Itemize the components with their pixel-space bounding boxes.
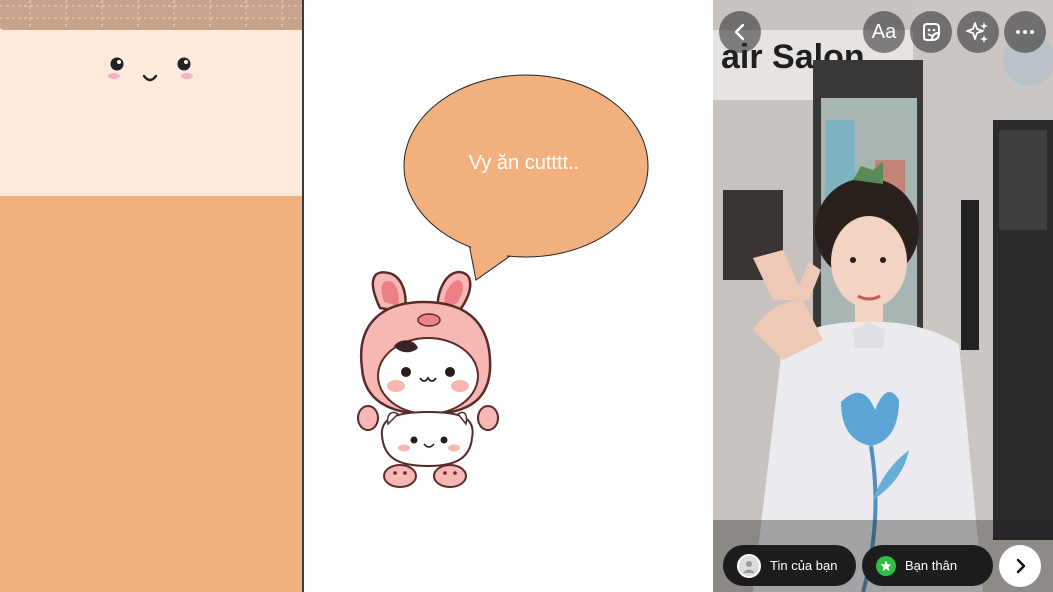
wallpaper-panel — [0, 0, 303, 592]
your-story-label: Tin của bạn — [770, 558, 838, 573]
story-editor: air Salon Aa Tin của bạn Bạn thân — [713, 0, 1053, 592]
your-story-button[interactable]: Tin của bạn — [723, 545, 856, 586]
more-options-button[interactable] — [1004, 11, 1046, 53]
sticker-icon — [923, 23, 940, 41]
chevron-left-icon — [734, 23, 745, 41]
back-button[interactable] — [719, 11, 761, 53]
text-tool-button[interactable]: Aa — [863, 11, 905, 53]
speech-bubble-text[interactable]: Vy ăn cutttt.. — [404, 152, 644, 175]
more-horizontal-icon — [1016, 30, 1034, 34]
bunny-sticker[interactable] — [352, 268, 502, 493]
close-friends-label: Bạn thân — [905, 558, 958, 573]
story-avatar-icon — [737, 553, 761, 578]
green-star-icon — [876, 555, 896, 576]
speech-bubble[interactable] — [304, 0, 713, 300]
story-photo: air Salon — [713, 0, 1053, 592]
cute-face-header — [0, 0, 303, 196]
sticker-button[interactable] — [910, 11, 952, 53]
slide-canvas: Vy ăn cutttt.. — [304, 0, 713, 592]
sparkles-icon — [966, 22, 988, 43]
text-aa-icon: Aa — [871, 20, 897, 43]
chevron-right-icon — [1016, 558, 1026, 574]
effects-button[interactable] — [957, 11, 999, 53]
next-button[interactable] — [999, 545, 1041, 587]
close-friends-button[interactable]: Bạn thân — [862, 545, 993, 586]
